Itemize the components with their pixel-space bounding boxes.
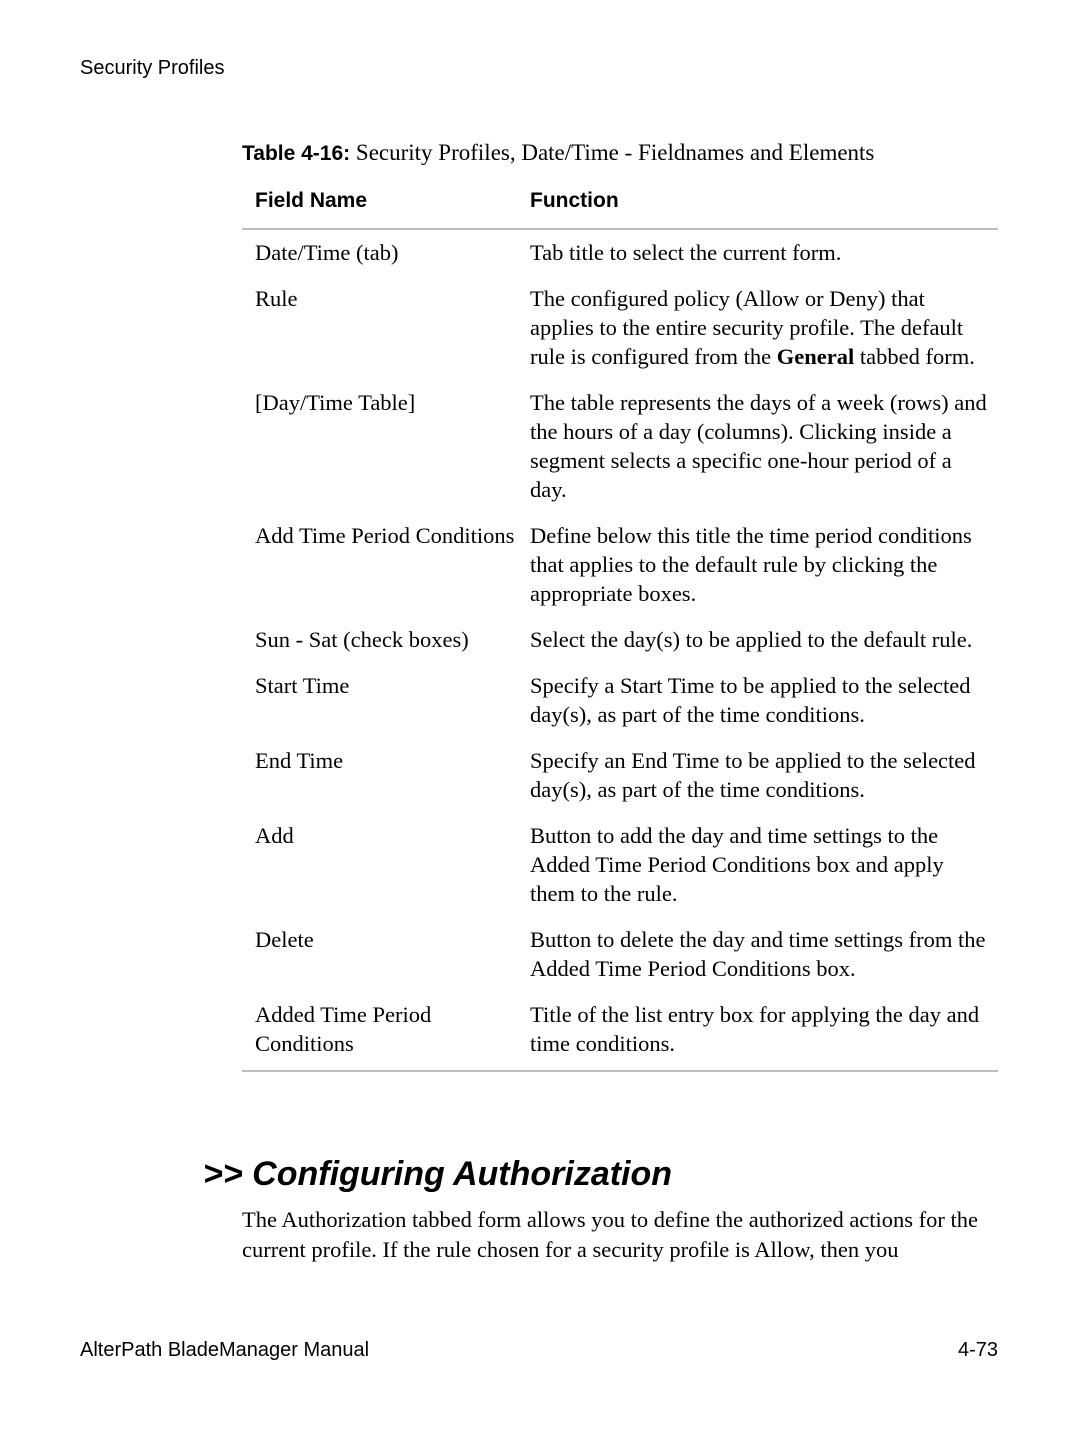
function-cell: The table represents the days of a week … <box>530 390 987 502</box>
column-header-function: Function <box>530 189 619 212</box>
field-name-cell: End Time <box>255 748 344 773</box>
table-caption-label: Table 4-16: <box>242 142 351 165</box>
table-row: Delete Button to delete the day and time… <box>242 925 998 983</box>
function-cell: Button to add the day and time settings … <box>530 823 944 906</box>
function-text: tabbed form. <box>854 344 975 369</box>
field-name-cell: Added Time Period Conditions <box>255 1002 432 1056</box>
table-row: End Time Specify an End Time to be appli… <box>242 746 998 804</box>
table-caption-text: Security Profiles, Date/Time - Fieldname… <box>355 140 875 165</box>
table-header-row: Field Name Function <box>242 186 998 230</box>
function-cell: Specify an End Time to be applied to the… <box>530 748 976 802</box>
table-row: Start Time Specify a Start Time to be ap… <box>242 671 998 729</box>
function-cell: The configured policy (Allow or Deny) th… <box>530 284 990 371</box>
body-paragraph: The Authorization tabbed form allows you… <box>242 1207 979 1262</box>
fieldnames-table: Field Name Function Date/Time (tab) Tab … <box>242 186 998 1072</box>
field-name-cell: Sun - Sat (check boxes) <box>255 627 469 652</box>
general-tab-reference: General <box>776 344 855 369</box>
table-caption: Table 4-16: Security Profiles, Date/Time… <box>242 139 874 168</box>
table-body: Date/Time (tab) Tab title to select the … <box>242 230 998 1072</box>
field-name-cell: Date/Time (tab) <box>255 240 399 265</box>
function-cell: Title of the list entry box for applying… <box>530 1002 980 1056</box>
footer-manual-title: AlterPath BladeManager Manual <box>80 1339 370 1361</box>
field-name-cell: Start Time <box>255 673 350 698</box>
section-heading: >> Configuring Authorization <box>203 1155 673 1193</box>
footer-page-number: 4-73 <box>957 1339 998 1361</box>
field-name-cell: Rule <box>255 286 298 311</box>
table-row: Sun - Sat (check boxes) Select the day(s… <box>242 625 998 654</box>
table-row: Add Button to add the day and time setti… <box>242 821 998 908</box>
table-row: Date/Time (tab) Tab title to select the … <box>242 238 998 267</box>
table-row: Add Time Period Conditions Define below … <box>242 521 998 608</box>
function-cell: Select the day(s) to be applied to the d… <box>530 627 973 652</box>
table-row: Rule The configured policy (Allow or Den… <box>242 284 998 371</box>
field-name-cell: Add Time Period Conditions <box>255 523 515 548</box>
field-name-cell: [Day/Time Table] <box>255 390 416 415</box>
table-row: [Day/Time Table] The table represents th… <box>242 388 998 504</box>
table-row: Added Time Period Conditions Title of th… <box>242 1000 998 1058</box>
function-cell: Specify a Start Time to be applied to th… <box>530 673 971 727</box>
function-cell: Define below this title the time period … <box>530 523 972 606</box>
function-cell: Button to delete the day and time settin… <box>530 927 986 981</box>
field-name-cell: Add <box>255 823 294 848</box>
field-name-cell: Delete <box>255 927 314 952</box>
running-header: Security Profiles <box>80 57 225 79</box>
function-cell: Tab title to select the current form. <box>530 240 842 265</box>
column-header-field-name: Field Name <box>255 189 368 212</box>
